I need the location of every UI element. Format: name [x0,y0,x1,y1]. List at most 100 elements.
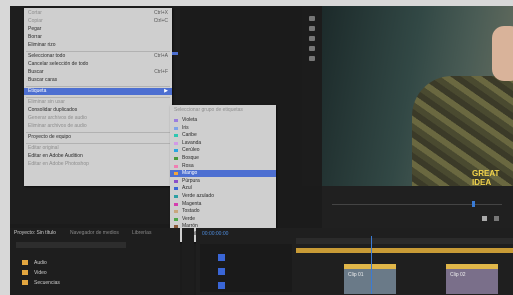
timeline-clip[interactable]: Clip 01 [344,264,396,294]
context-menu-item: Eliminar sin usar [24,99,172,106]
color-swatch-icon [174,202,178,206]
label-color-item[interactable]: Bosque [170,155,276,162]
context-menu-item-label: Buscar caras [28,77,58,83]
label-color-name: Lavanda [182,139,202,146]
color-swatch-icon [174,172,178,176]
context-menu-item[interactable]: Editar en Adobe Audition [24,153,172,160]
context-menu-item[interactable]: Borrar [24,34,172,41]
play-button[interactable] [482,216,487,221]
work-area-bar[interactable] [296,248,513,253]
label-color-item[interactable]: Magenta [170,201,276,208]
label-color-item[interactable]: Verde [170,216,276,223]
selection-strip [172,52,178,55]
color-swatch-icon [174,126,178,130]
label-color-item[interactable]: Lavanda [170,140,276,147]
clip-header [344,264,396,269]
context-menu-item-label: Consolidar duplicados [28,107,78,113]
timeline-playhead[interactable] [371,236,372,294]
context-menu-item-label: Copiar [28,18,43,24]
context-menu-item-label: Pegar [28,26,42,32]
step-forward-button[interactable] [494,216,499,221]
project-search-input[interactable] [16,242,126,248]
bin-label: Secuencias [34,280,60,286]
label-color-name: Iris [182,124,189,131]
bin-row[interactable]: Video [16,268,176,278]
context-menu-item-label: Seleccionar todo [28,53,66,59]
label-color-item[interactable]: Tostado [170,208,276,215]
menu-separator [26,51,170,52]
bin-label: Video [34,270,47,276]
context-menu-item-label: Eliminar rizo [28,42,56,48]
label-submenu-header: Seleccionar grupo de etiquetas [174,107,243,113]
context-menu-item[interactable]: Consolidar duplicados [24,107,172,114]
slip-tool-icon[interactable] [309,56,315,61]
tab-libraries[interactable]: Librerías [132,230,151,236]
label-color-name: Azul [182,185,192,192]
tab-media-browser[interactable]: Navegador de medios [70,230,119,236]
context-menu-item[interactable]: Pegar [24,26,172,33]
label-color-name: Rosa [182,162,194,169]
context-menu-item-label: Editar en Adobe Photoshop [28,161,89,167]
label-color-item[interactable]: Iris [170,125,276,132]
context-menu-item-label: Eliminar archivos de audio [28,123,87,129]
razor-tool-icon[interactable] [309,46,315,51]
color-swatch-icon [174,119,178,122]
context-menu-item[interactable]: Buscar Ctrl+F [24,69,172,76]
context-menu-item[interactable]: Buscar caras [24,77,172,84]
label-color-item[interactable]: Caribe [170,132,276,139]
context-menu-item-label: Etiqueta [28,88,47,94]
bin-row[interactable]: Secuencias [16,278,176,288]
label-color-item[interactable]: Mango [170,170,276,178]
label-color-item[interactable]: Azul [170,185,276,192]
color-swatch-icon [174,141,178,145]
context-menu-item-label: Editar original [28,145,59,151]
track-select-tool-icon[interactable] [309,26,315,31]
context-menu-item: Editar en Adobe Photoshop [24,161,172,168]
shortcut-label: Ctrl+C [153,18,168,24]
context-menu-item[interactable]: Etiqueta ▶ [24,88,172,95]
context-menu-item-label: Proyecto de equipo [28,134,72,140]
label-color-name: Caribe [182,132,197,139]
premiere-window: GREAT IDEA Cortar Ctrl+X Copiar Ctrl+C Pegar… [10,6,513,295]
context-menu-item[interactable]: Cancelar selección de todo [24,61,172,68]
label-color-name: Magenta [182,200,202,207]
shortcut-label: Ctrl+X [153,10,168,16]
playhead-bar[interactable] [332,204,502,205]
context-menu: Cortar Ctrl+X Copiar Ctrl+C Pegar Borrar Elimi… [24,8,172,186]
label-color-item[interactable]: Púrpura [170,178,276,185]
bin-row[interactable]: Audio [16,258,176,268]
timeline-ruler[interactable] [296,238,513,244]
label-color-name: Bosque [182,155,199,161]
context-menu-item[interactable]: Seleccionar todo Ctrl+A [24,53,172,60]
context-menu-item-label: Cancelar selección de todo [28,61,89,67]
label-color-item[interactable]: Violeta [170,117,276,124]
label-color-item[interactable]: Rosa [170,163,276,170]
folder-icon [22,280,28,285]
color-swatch-icon [174,210,178,214]
tools-panel [182,228,194,295]
context-menu-item[interactable]: Eliminar rizo [24,42,172,49]
project-tabs: Proyecto: Sin título Navegador de medios… [14,230,180,238]
folder-icon [22,270,28,275]
track-toggle-icon[interactable] [218,254,225,261]
label-color-item[interactable]: Cerúleo [170,147,276,154]
label-color-item[interactable]: Verde azulado [170,193,276,200]
label-color-name: Cerúleo [182,147,200,154]
label-color-name: Verde [182,215,196,222]
program-controls [322,186,513,228]
track-headers [200,244,292,292]
context-menu-item[interactable]: Proyecto de equipo [24,134,172,141]
tab-project[interactable]: Proyecto: Sin título [14,230,56,236]
clip-header [446,264,498,269]
timeline-clip[interactable]: Clip 02 [446,264,498,294]
ripple-edit-tool-icon[interactable] [309,36,315,41]
label-color-name: Verde azulado [182,193,214,199]
timeline-timecode: 00:00:00:00 [202,231,229,237]
track-toggle-icon[interactable] [218,268,225,275]
shortcut-label: Ctrl+A [153,53,168,59]
selection-tool-icon[interactable] [309,16,315,21]
playhead-marker[interactable] [472,201,475,207]
track-toggle-icon[interactable] [218,282,225,289]
video-subject-hand [492,26,513,81]
clip-label: Clip 02 [450,272,466,278]
